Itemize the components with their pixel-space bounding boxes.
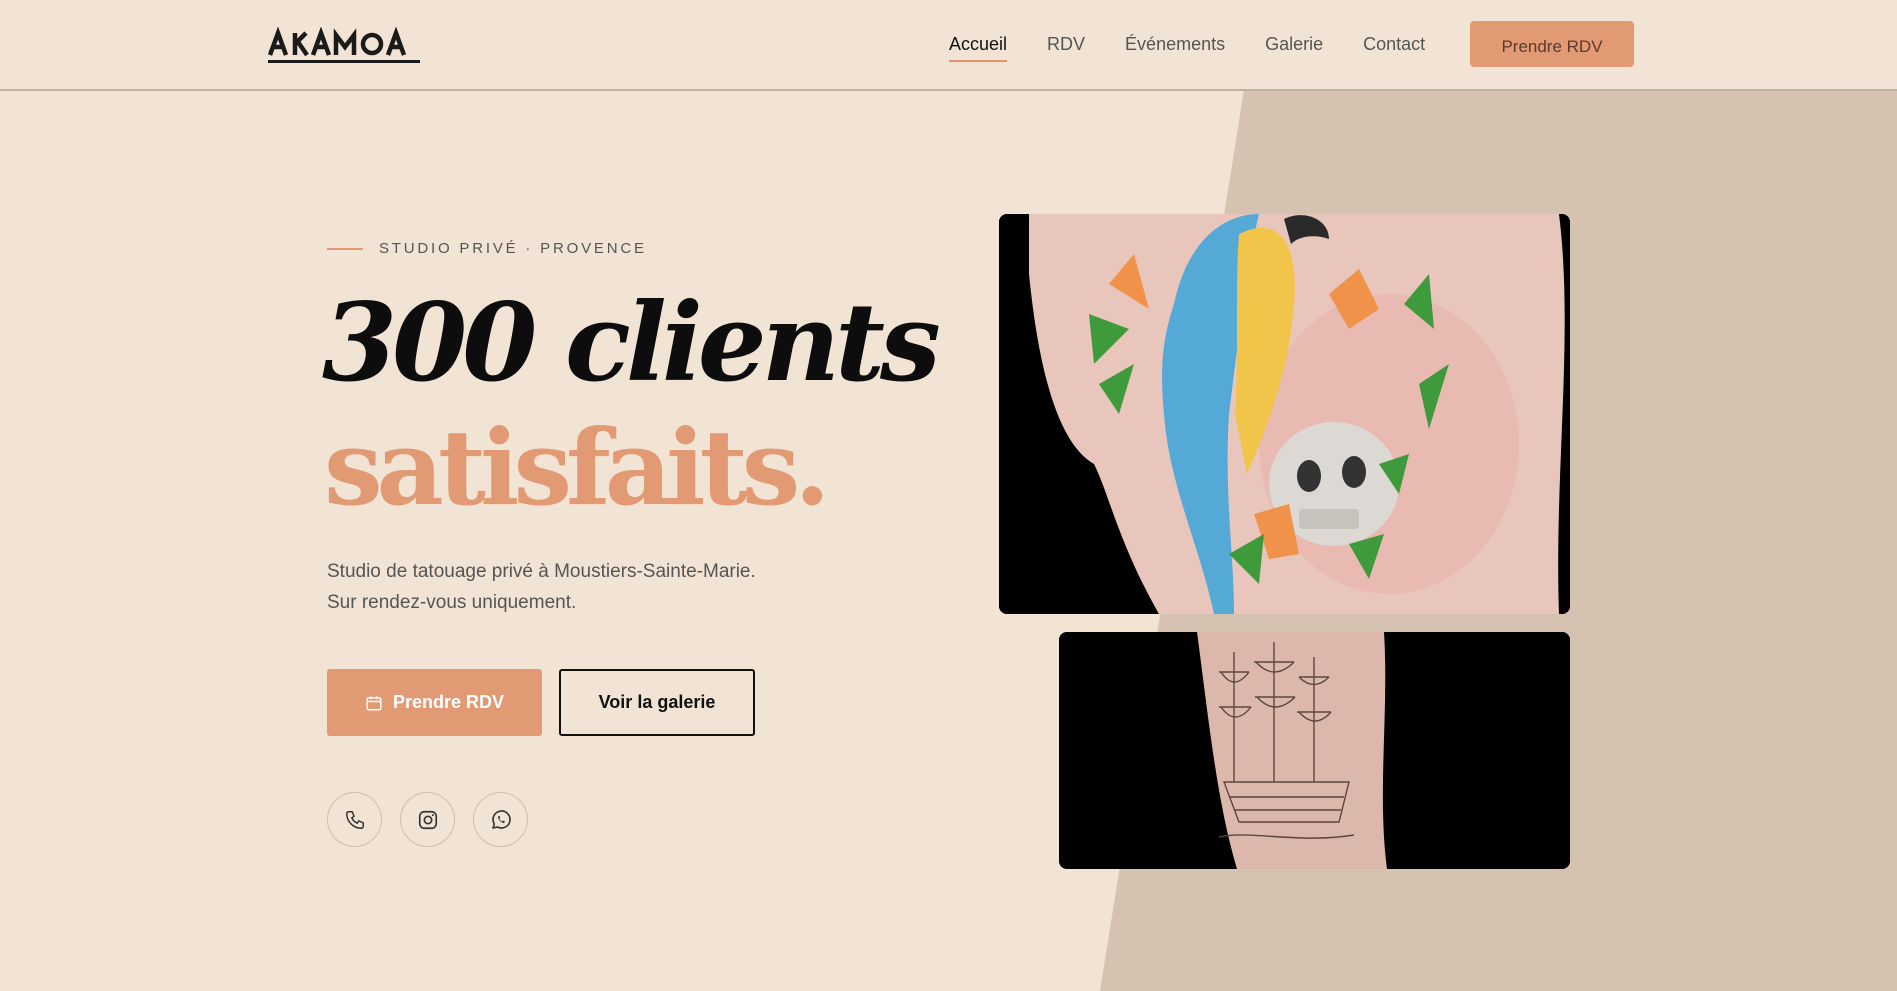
parrot-skull-tattoo-image xyxy=(999,214,1570,614)
instagram-link[interactable] xyxy=(400,792,455,847)
description-line-2: Sur rendez-vous uniquement. xyxy=(327,592,577,613)
hero-description: Studio de tatouage privé à Moustiers-Sai… xyxy=(327,556,756,618)
eyebrow-text: STUDIO PRIVÉ · PROVENCE xyxy=(379,240,647,257)
nav-item-galerie[interactable]: Galerie xyxy=(1265,34,1323,59)
ship-tattoo-image xyxy=(1059,632,1570,869)
hero-headline-line2: satisfaits. xyxy=(324,406,830,529)
eyebrow-rule xyxy=(327,247,363,250)
description-line-1: Studio de tatouage privé à Moustiers-Sai… xyxy=(327,561,756,582)
whatsapp-icon xyxy=(491,809,511,829)
header-book-button[interactable]: Prendre RDV xyxy=(1470,21,1634,67)
hero-eyebrow: STUDIO PRIVÉ · PROVENCE xyxy=(327,240,647,257)
nav-item-evenements[interactable]: Événements xyxy=(1125,34,1225,59)
instagram-icon xyxy=(418,810,437,829)
logo-wordmark-image xyxy=(268,27,420,63)
background-slant-panel xyxy=(1100,90,1897,991)
gallery-photo-parrot-skull[interactable] xyxy=(999,214,1570,614)
brand-logo[interactable] xyxy=(268,27,420,65)
whatsapp-link[interactable] xyxy=(473,792,528,847)
nav-item-contact[interactable]: Contact xyxy=(1363,34,1425,59)
hero-headline-line1: 300 clients xyxy=(322,280,941,406)
book-appointment-button[interactable]: Prendre RDV xyxy=(327,669,542,736)
main-nav: Accueil RDV Événements Galerie Contact xyxy=(949,34,1425,62)
site-header: Accueil RDV Événements Galerie Contact P… xyxy=(0,0,1897,91)
phone-icon xyxy=(345,810,364,829)
phone-link[interactable] xyxy=(327,792,382,847)
calendar-icon xyxy=(366,695,382,710)
social-links xyxy=(327,792,528,847)
nav-item-rdv[interactable]: RDV xyxy=(1047,34,1085,59)
gallery-photo-ship[interactable] xyxy=(1059,632,1570,869)
nav-item-accueil[interactable]: Accueil xyxy=(949,34,1008,62)
book-appointment-label: Prendre RDV xyxy=(392,692,505,712)
view-gallery-button[interactable]: Voir la galerie xyxy=(559,669,755,736)
